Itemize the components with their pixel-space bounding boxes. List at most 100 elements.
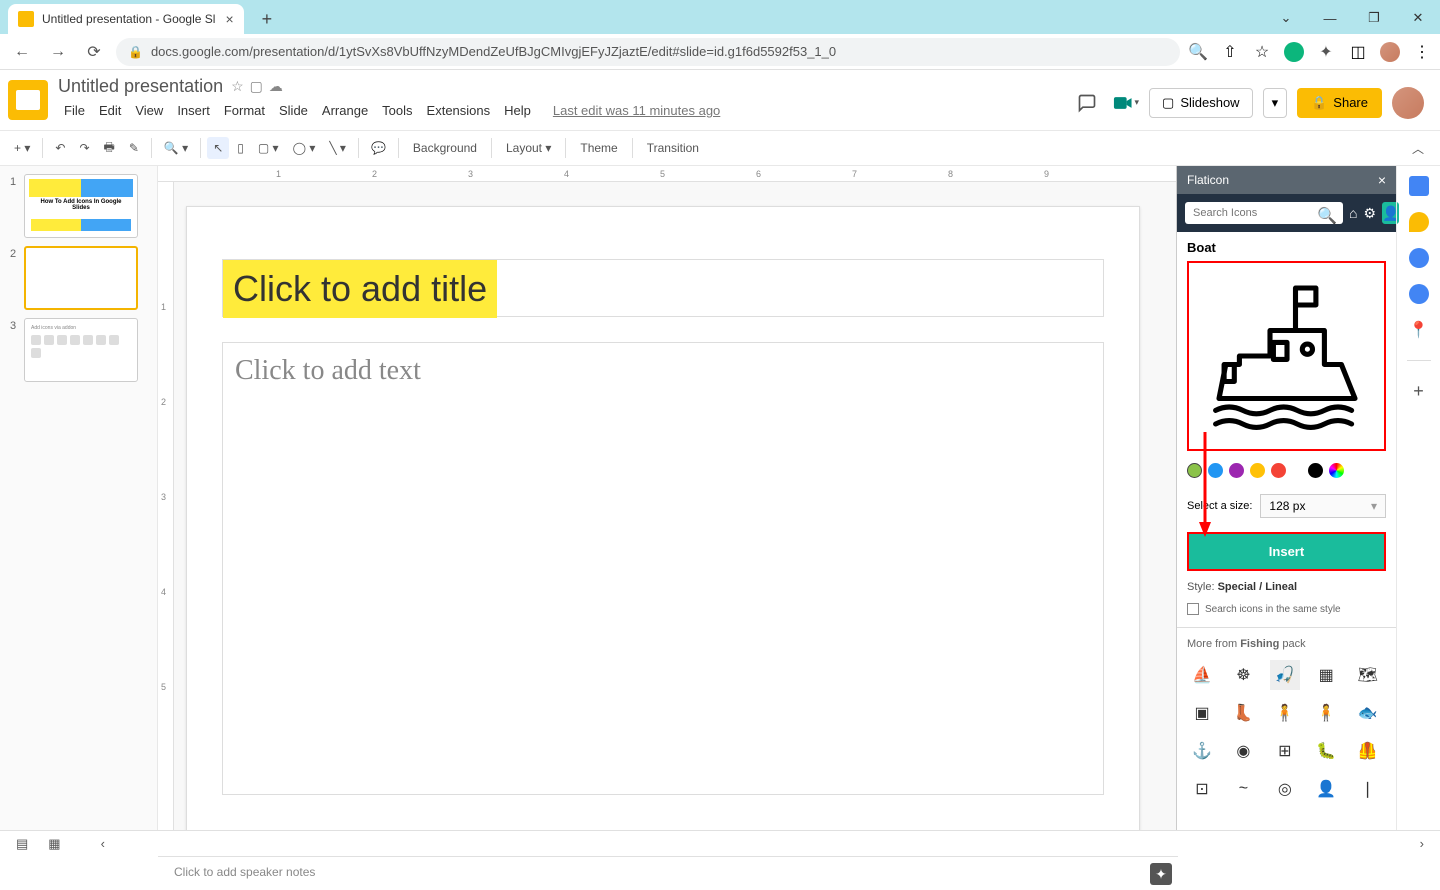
thumbnail-2[interactable]: 2 bbox=[10, 246, 157, 310]
menu-view[interactable]: View bbox=[129, 101, 169, 120]
collapse-toolbar-icon[interactable]: ︿ bbox=[1404, 136, 1432, 161]
slides-logo-icon[interactable] bbox=[8, 80, 48, 120]
color-yellow[interactable] bbox=[1250, 463, 1265, 478]
pack-icon-gear[interactable]: ▣ bbox=[1187, 698, 1217, 728]
pack-icon-net[interactable]: ⊞ bbox=[1270, 736, 1300, 766]
image-tool[interactable]: ▢ ▾ bbox=[252, 137, 285, 159]
theme-button[interactable]: Theme bbox=[572, 137, 625, 159]
menu-slide[interactable]: Slide bbox=[273, 101, 314, 120]
add-addon-icon[interactable]: + bbox=[1413, 381, 1424, 402]
pack-icon-tackle[interactable]: ▦ bbox=[1311, 660, 1341, 690]
layout-button[interactable]: Layout ▾ bbox=[498, 137, 559, 159]
last-edit-link[interactable]: Last edit was 11 minutes ago bbox=[547, 101, 726, 120]
pack-icon-fisher[interactable]: 🧍 bbox=[1270, 698, 1300, 728]
new-slide-button[interactable]: + ▾ bbox=[8, 137, 36, 159]
explore-button-icon[interactable]: ✦ bbox=[1150, 863, 1172, 885]
share-url-icon[interactable]: ⇧ bbox=[1220, 42, 1240, 62]
maximize-icon[interactable]: ❐ bbox=[1352, 2, 1396, 34]
pack-icon-wheel[interactable]: ☸ bbox=[1228, 660, 1258, 690]
pack-icon-chair[interactable]: ⊡ bbox=[1187, 774, 1217, 804]
menu-file[interactable]: File bbox=[58, 101, 91, 120]
pack-icon-lure[interactable]: ~ bbox=[1228, 774, 1258, 804]
color-green[interactable] bbox=[1187, 463, 1202, 478]
textbox-tool[interactable]: ▯ bbox=[231, 137, 250, 159]
same-style-checkbox[interactable] bbox=[1187, 603, 1199, 615]
pack-icon-reel[interactable]: ◉ bbox=[1228, 736, 1258, 766]
color-purple[interactable] bbox=[1229, 463, 1244, 478]
color-red[interactable] bbox=[1271, 463, 1286, 478]
meet-icon[interactable]: ▾ bbox=[1111, 89, 1139, 117]
transition-button[interactable]: Transition bbox=[639, 137, 707, 159]
insert-button[interactable]: Insert bbox=[1187, 532, 1386, 571]
pack-icon-bait[interactable]: 🐛 bbox=[1311, 736, 1341, 766]
zoom-icon[interactable]: 🔍 bbox=[1188, 42, 1208, 62]
paint-format-button[interactable]: ✎ bbox=[123, 137, 145, 159]
bookmark-icon[interactable]: ☆ bbox=[1252, 42, 1272, 62]
menu-edit[interactable]: Edit bbox=[93, 101, 127, 120]
menu-arrange[interactable]: Arrange bbox=[316, 101, 374, 120]
pack-icon-spool[interactable]: ◎ bbox=[1270, 774, 1300, 804]
background-button[interactable]: Background bbox=[405, 137, 485, 159]
back-icon[interactable]: ← bbox=[8, 38, 36, 66]
move-icon[interactable]: ▢ bbox=[250, 78, 263, 95]
calendar-icon[interactable] bbox=[1409, 176, 1429, 196]
side-panel-toggle-icon[interactable]: ◫ bbox=[1348, 42, 1368, 62]
collapse-icon[interactable]: ‹ bbox=[101, 836, 105, 851]
pack-icon-boat[interactable]: ⛵ bbox=[1187, 660, 1217, 690]
color-blue[interactable] bbox=[1208, 463, 1223, 478]
line-tool[interactable]: ╲ ▾ bbox=[323, 137, 352, 159]
url-input[interactable]: 🔒 docs.google.com/presentation/d/1ytSvXs… bbox=[116, 38, 1180, 66]
menu-insert[interactable]: Insert bbox=[171, 101, 216, 120]
color-black[interactable] bbox=[1308, 463, 1323, 478]
grid-view-icon[interactable]: ▦ bbox=[48, 836, 60, 852]
search-icon[interactable]: 🔍 bbox=[1317, 206, 1337, 226]
zoom-button[interactable]: 🔍 ▾ bbox=[158, 137, 194, 159]
tasks-icon[interactable] bbox=[1409, 248, 1429, 268]
pack-icon-rod[interactable]: 🎣 bbox=[1270, 660, 1300, 690]
forward-icon[interactable]: → bbox=[44, 38, 72, 66]
menu-extensions[interactable]: Extensions bbox=[421, 101, 497, 120]
comments-icon[interactable] bbox=[1073, 89, 1101, 117]
shape-tool[interactable]: ◯ ▾ bbox=[287, 137, 322, 159]
pack-icon-float[interactable]: ❘ bbox=[1353, 774, 1383, 804]
comment-tool[interactable]: 💬 bbox=[365, 137, 392, 159]
pack-icon-map[interactable]: 🗺 bbox=[1353, 660, 1383, 690]
close-panel-icon[interactable]: × bbox=[1378, 172, 1386, 188]
reload-icon[interactable]: ⟳ bbox=[80, 38, 108, 66]
menu-tools[interactable]: Tools bbox=[376, 101, 418, 120]
grammarly-icon[interactable] bbox=[1284, 42, 1304, 62]
select-tool[interactable]: ↖ bbox=[207, 137, 229, 159]
pack-icon-fisher2[interactable]: 🧍 bbox=[1311, 698, 1341, 728]
cloud-icon[interactable]: ☁ bbox=[269, 78, 283, 95]
close-window-icon[interactable]: ✕ bbox=[1396, 2, 1440, 34]
caret-down-icon[interactable]: ⌄ bbox=[1264, 2, 1308, 34]
settings-icon[interactable]: ⚙ bbox=[1363, 202, 1376, 224]
pack-icon-person[interactable]: 👤 bbox=[1311, 774, 1341, 804]
menu-format[interactable]: Format bbox=[218, 101, 271, 120]
kebab-menu-icon[interactable]: ⋮ bbox=[1412, 42, 1432, 62]
print-button[interactable]: 🖶 bbox=[98, 134, 121, 163]
browser-tab[interactable]: Untitled presentation - Google Sl × bbox=[8, 4, 244, 34]
slideshow-button[interactable]: ▢ Slideshow bbox=[1149, 88, 1253, 118]
pack-icon-hook[interactable]: ⚓ bbox=[1187, 736, 1217, 766]
home-icon[interactable]: ⌂ bbox=[1349, 202, 1357, 224]
extensions-icon[interactable]: ✦ bbox=[1316, 42, 1336, 62]
hide-side-panel-icon[interactable]: › bbox=[1420, 836, 1424, 851]
close-tab-icon[interactable]: × bbox=[225, 11, 233, 27]
pack-icon-fish[interactable]: 🐟 bbox=[1353, 698, 1383, 728]
new-tab-button[interactable]: + bbox=[254, 5, 281, 34]
pack-icon-boot[interactable]: 👢 bbox=[1228, 698, 1258, 728]
doc-title[interactable]: Untitled presentation bbox=[58, 76, 223, 97]
title-placeholder[interactable]: Click to add title bbox=[222, 259, 1104, 317]
body-placeholder[interactable]: Click to add text bbox=[222, 342, 1104, 795]
filmstrip-view-icon[interactable]: ▤ bbox=[16, 836, 28, 852]
star-icon[interactable]: ☆ bbox=[231, 78, 244, 95]
speaker-notes[interactable]: Click to add speaker notes ✦ bbox=[158, 856, 1178, 890]
slideshow-dropdown[interactable]: ▾ bbox=[1263, 88, 1288, 118]
slide-canvas[interactable]: Click to add title Click to add text bbox=[186, 206, 1140, 836]
share-button[interactable]: 🔒 Share bbox=[1297, 88, 1382, 118]
maps-icon[interactable]: 📍 bbox=[1409, 320, 1429, 340]
keep-icon[interactable] bbox=[1409, 212, 1429, 232]
color-picker[interactable] bbox=[1329, 463, 1344, 478]
size-select[interactable]: 128 px ▾ bbox=[1260, 494, 1386, 518]
